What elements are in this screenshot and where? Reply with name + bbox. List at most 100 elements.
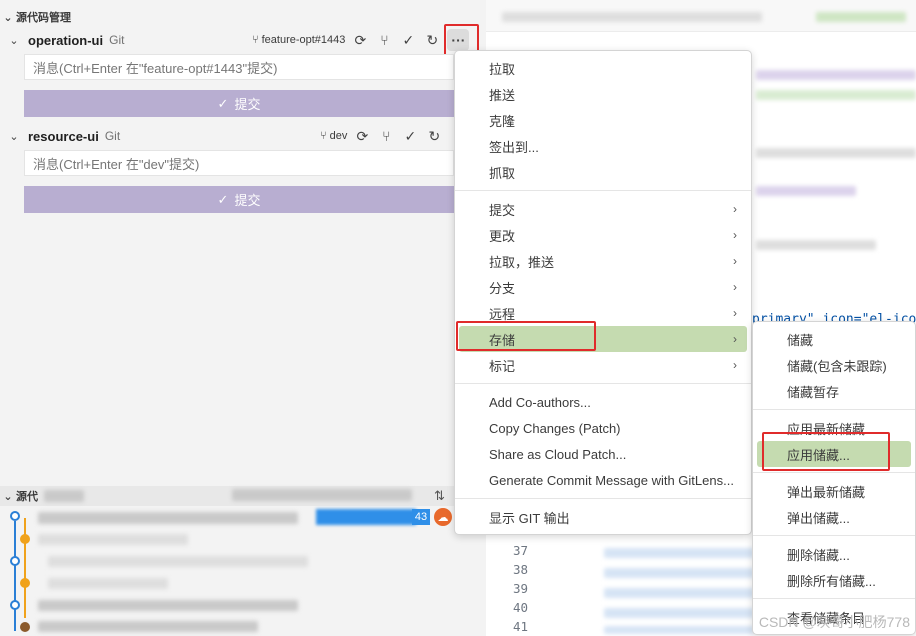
blurred-commit-text (38, 600, 298, 611)
menu-separator (753, 598, 915, 599)
menu-item[interactable]: 推送 (459, 81, 747, 107)
menu-item[interactable]: 拉取，推送 › (459, 248, 747, 274)
source-control-header[interactable]: ⌄ 源代码管理 (0, 7, 486, 27)
menu-item[interactable]: 存储 › (459, 326, 747, 352)
menu-item[interactable]: Copy Changes (Patch) (459, 415, 747, 441)
commit-message-input[interactable]: 消息(Ctrl+Enter 在"dev"提交) (24, 150, 454, 176)
line-number: 38 (512, 562, 528, 577)
menu-item-label: Copy Changes (Patch) (489, 420, 621, 436)
menu-item[interactable]: Add Co-authors... (459, 389, 747, 415)
sync-icon[interactable]: ⟳ (353, 126, 371, 146)
check-icon: ✓ (217, 191, 229, 207)
commit-graph-panel: ⌄ 源代 ⇅ 43 ☁ (0, 486, 486, 636)
check-icon: ✓ (217, 95, 229, 111)
line-number: 40 (512, 600, 528, 615)
menu-item[interactable]: 抓取 (459, 159, 747, 185)
submenu-item[interactable]: 删除储藏... (757, 541, 911, 567)
submenu-item[interactable]: 储藏 (757, 326, 911, 352)
submenu-item[interactable]: 应用储藏... (757, 441, 911, 467)
repo-kind: Git (104, 129, 121, 143)
menu-item[interactable]: 克隆 (459, 107, 747, 133)
cloud-icon[interactable]: ☁ (434, 508, 452, 526)
menu-separator (753, 535, 915, 536)
branch-indicator[interactable]: ⑂ dev (320, 130, 347, 142)
chevron-right-icon: › (733, 280, 737, 294)
menu-item[interactable]: 更改 › (459, 222, 747, 248)
menu-separator (455, 498, 751, 499)
repo-name: operation-ui (28, 32, 104, 48)
menu-item-label: Add Co-authors... (489, 394, 591, 410)
menu-item-label: 显示 GIT 输出 (489, 510, 570, 526)
branch-indicator[interactable]: ⑂ feature-opt#1443 (252, 34, 345, 46)
blurred-breadcrumb (502, 12, 762, 22)
graph-icon[interactable]: ⑂ (377, 126, 395, 146)
blurred-code (604, 588, 754, 598)
scm-context-menu: 拉取 推送 克隆 签出到... 抓取 提交 › 更改 › 拉取，推送 › 分支 › 远程 › 存储 › 标记 › Ad… (454, 50, 752, 535)
menu-item[interactable]: Generate Commit Message with GitLens... (459, 467, 747, 493)
commit-node[interactable] (20, 622, 30, 632)
menu-item-label: 拉取，推送 (489, 254, 555, 270)
chevron-right-icon: › (733, 254, 737, 268)
blurred-code (756, 70, 916, 80)
menu-item[interactable]: 签出到... (459, 133, 747, 159)
chevron-right-icon: › (733, 358, 737, 372)
commit-button[interactable]: ✓ 提交 (24, 90, 454, 117)
menu-item-label: 弹出储藏... (787, 510, 850, 526)
graph-icon[interactable]: ⑂ (375, 30, 393, 50)
submenu-item[interactable]: 应用最新储藏 (757, 415, 911, 441)
section-title: 源代码管理 (16, 12, 71, 24)
submenu-item[interactable]: 删除所有储藏... (757, 567, 911, 593)
menu-separator (455, 190, 751, 191)
commit-node[interactable] (20, 534, 30, 544)
menu-item-label: Share as Cloud Patch... (489, 446, 627, 462)
blurred-code (604, 608, 754, 618)
commit-button-label: 提交 (234, 97, 261, 112)
commit-node[interactable] (10, 511, 20, 521)
repo-kind: Git (109, 33, 125, 47)
commit-check-icon[interactable]: ✓ (399, 30, 417, 50)
menu-item[interactable]: 远程 › (459, 300, 747, 326)
blurred-breadcrumb (816, 12, 906, 22)
menu-item[interactable]: 显示 GIT 输出 (459, 504, 747, 530)
commit-node[interactable] (10, 600, 20, 610)
chevron-right-icon: › (733, 306, 737, 320)
blurred-commit-text (38, 512, 298, 524)
commit-node[interactable] (10, 556, 20, 566)
commit-message-input[interactable]: 消息(Ctrl+Enter 在"feature-opt#1443"提交) (24, 54, 454, 80)
menu-item[interactable]: 分支 › (459, 274, 747, 300)
blurred-text (44, 490, 84, 502)
refresh-icon[interactable]: ↻ (423, 30, 441, 50)
commit-check-icon[interactable]: ✓ (401, 126, 419, 146)
commit-button[interactable]: ✓ 提交 (24, 186, 454, 213)
branch-name: dev (329, 130, 348, 142)
refresh-icon[interactable]: ↻ (425, 126, 443, 146)
repo-actions: ⑂ dev ⟳ ⑂ ✓ ↻ (320, 124, 443, 148)
sync-icon[interactable]: ⟳ (351, 30, 369, 50)
menu-item[interactable]: 提交 › (459, 196, 747, 222)
graph-branch-line (14, 521, 16, 631)
stash-submenu: 储藏 储藏(包含未跟踪) 储藏暂存应用最新储藏 应用储藏... 弹出最新储藏弹出储藏..… (752, 321, 916, 635)
more-actions-button[interactable]: ··· (447, 29, 470, 51)
commit-node[interactable] (20, 578, 30, 588)
branch-icon: ⑂ (320, 130, 327, 142)
menu-item[interactable]: 拉取 (459, 55, 747, 81)
menu-item-label: 储藏暂存 (787, 384, 840, 400)
menu-item[interactable]: Share as Cloud Patch... (459, 441, 747, 467)
blurred-commit-text (38, 534, 188, 545)
graph-toolbar-icon[interactable]: ⇅ (434, 488, 445, 504)
repo-actions: ⑂ feature-opt#1443 ⟳ ⑂ ✓ ↻ ··· (252, 28, 470, 52)
menu-item[interactable]: 标记 › (459, 352, 747, 378)
submenu-item[interactable]: 弹出最新储藏 (757, 478, 911, 504)
menu-separator (753, 472, 915, 473)
menu-item-label: 存储 (489, 332, 516, 348)
chevron-right-icon: › (733, 332, 737, 346)
blurred-code (756, 148, 916, 158)
submenu-item[interactable]: 储藏(包含未跟踪) (757, 352, 911, 378)
blurred-code (756, 90, 916, 100)
submenu-item[interactable]: 弹出储藏... (757, 504, 911, 530)
line-number: 41 (512, 619, 528, 634)
submenu-item[interactable]: 储藏暂存 (757, 378, 911, 404)
menu-item-label: 删除储藏... (787, 547, 850, 563)
menu-item-label: 分支 (489, 280, 516, 296)
commit-button-label: 提交 (234, 193, 261, 208)
